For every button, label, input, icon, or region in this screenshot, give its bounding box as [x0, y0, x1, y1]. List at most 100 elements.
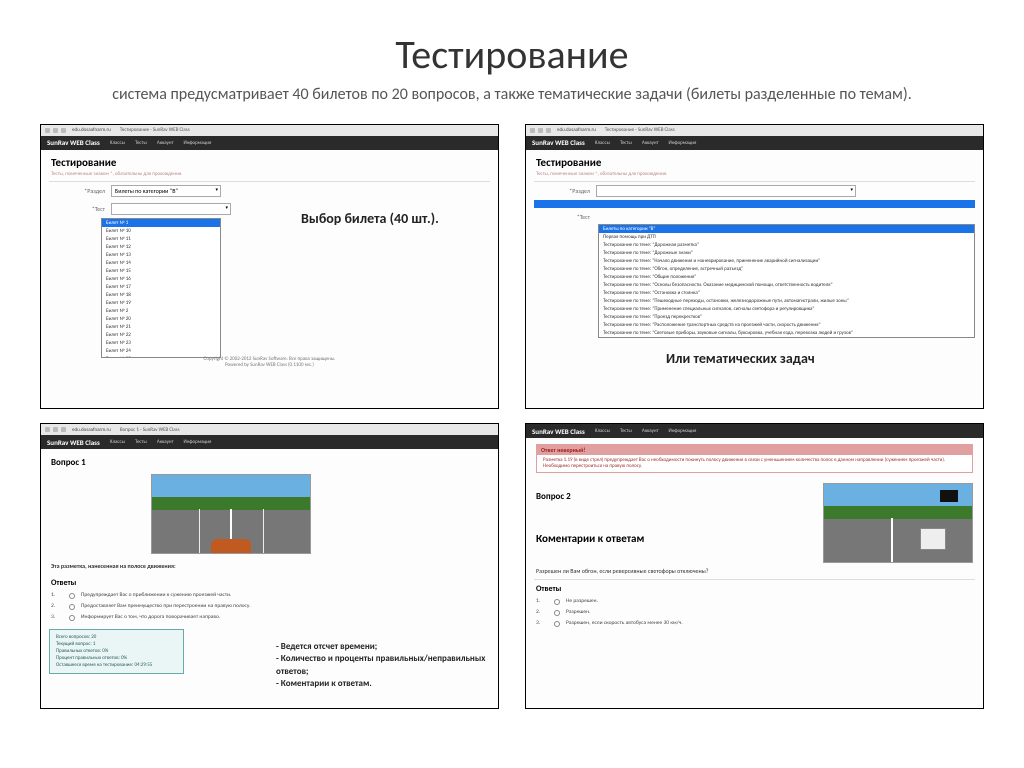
answer-row[interactable]: 3.Информирует Вас о том, что дорога пово…	[41, 612, 498, 623]
ticket-option[interactable]: Билет № 10	[102, 227, 220, 235]
nav-info[interactable]: Информация	[184, 439, 212, 445]
error-explanation: Разметка 1.19 (в виде стрел) предупрежда…	[543, 457, 966, 469]
forward-icon[interactable]	[53, 427, 58, 432]
answer-row[interactable]: 2.Предоставляет Вам преимущество при пер…	[41, 601, 498, 612]
theme-option[interactable]: Билеты по категории "В"	[599, 225, 974, 233]
stat-line: Текущий вопрос: 1	[56, 641, 177, 648]
nav-account[interactable]: Аккаунт	[157, 439, 174, 445]
section-select[interactable]: Билеты по категории "В"	[111, 185, 221, 197]
error-heading: Ответ неверный!	[537, 445, 972, 455]
bullet-line: - Ведется отсчет времени;	[276, 641, 498, 653]
nav-tests[interactable]: Тесты	[135, 140, 147, 146]
nav-tests[interactable]: Тесты	[620, 428, 632, 434]
page-heading: Тестирование	[526, 150, 983, 171]
ticket-option[interactable]: Билет № 14	[102, 259, 220, 267]
nav-info[interactable]: Информация	[669, 140, 697, 146]
label-test: *Тест	[51, 203, 111, 213]
theme-option[interactable]: Тестирование по теме: "Расположение тран…	[599, 321, 974, 329]
back-icon[interactable]	[530, 128, 535, 133]
question-image	[823, 483, 973, 563]
tab-title: Тестирование - SunRav WEB Class	[120, 127, 190, 133]
back-icon[interactable]	[45, 427, 50, 432]
nav-account[interactable]: Аккаунт	[642, 428, 659, 434]
test-select[interactable]	[111, 203, 231, 215]
ticket-option[interactable]: Билет № 1	[102, 219, 220, 227]
nav-classes[interactable]: Классы	[595, 140, 610, 146]
theme-option[interactable]: Тестирование по теме: "Пешеходные перехо…	[599, 297, 974, 305]
theme-option[interactable]: Тестирование по теме: "Дорожные знаки"	[599, 249, 974, 257]
ticket-option[interactable]: Билет № 12	[102, 243, 220, 251]
nav-classes[interactable]: Классы	[110, 439, 125, 445]
ticket-option[interactable]: Билет № 17	[102, 283, 220, 291]
label-section: *Раздел	[536, 185, 596, 195]
nav-info[interactable]: Информация	[669, 428, 697, 434]
theme-option[interactable]: Тестирование по теме: "Применение специа…	[599, 305, 974, 313]
ticket-option[interactable]: Билет № 11	[102, 235, 220, 243]
address-bar[interactable]: edu.dosaafnarm.ru	[72, 427, 111, 433]
theme-option[interactable]: Тестирование по теме: "Остановка и стоян…	[599, 289, 974, 297]
ticket-option[interactable]: Билет № 13	[102, 251, 220, 259]
panel-theme-select: edu.dosaafnarm.ru Тестирование - SunRav …	[525, 124, 984, 410]
answer-row[interactable]: 1.Предупреждает Вас о приближении к суже…	[41, 590, 498, 601]
theme-option[interactable]: Тестирование по теме: "Дорожная разметка…	[599, 241, 974, 249]
radio-icon[interactable]	[69, 615, 75, 621]
app-navbar: SunRav WEB Class Классы Тесты Аккаунт Ин…	[526, 424, 983, 438]
theme-option[interactable]: Первая помощь при ДТП	[599, 233, 974, 241]
ticket-option[interactable]: Билет № 18	[102, 291, 220, 299]
theme-option[interactable]: Тестирование по теме: "Общие положения"	[599, 273, 974, 281]
theme-option[interactable]: Тестирование по теме: "Световые приборы,…	[599, 329, 974, 337]
bullet-line: - Коментарии к ответам.	[276, 678, 498, 690]
ticket-option[interactable]: Билет № 19	[102, 299, 220, 307]
feature-bullets: - Ведется отсчет времени;- Количество и …	[276, 641, 498, 690]
reload-icon[interactable]	[61, 128, 66, 133]
theme-option[interactable]: Тестирование по теме: "Начало движения и…	[599, 257, 974, 265]
reload-icon[interactable]	[546, 128, 551, 133]
answer-row[interactable]: 1.Не разрешен.	[526, 596, 983, 607]
nav-account[interactable]: Аккаунт	[642, 140, 659, 146]
nav-tests[interactable]: Тесты	[620, 140, 632, 146]
ticket-option[interactable]: Билет № 22	[102, 331, 220, 339]
ticket-option[interactable]: Билет № 24	[102, 347, 220, 355]
answer-text: Разрешен.	[566, 609, 591, 616]
nav-classes[interactable]: Классы	[110, 140, 125, 146]
nav-info[interactable]: Информация	[184, 140, 212, 146]
radio-icon[interactable]	[69, 593, 75, 599]
ticket-dropdown[interactable]: Билет № 1Билет № 10Билет № 11Билет № 12Б…	[101, 218, 221, 358]
radio-icon[interactable]	[69, 604, 75, 610]
app-navbar: SunRav WEB Class Классы Тесты Аккаунт Ин…	[41, 136, 498, 150]
screenshot-grid: edu.dosaafnarm.ru Тестирование - SunRav …	[40, 124, 984, 709]
ticket-option[interactable]: Билет № 20	[102, 315, 220, 323]
theme-dropdown[interactable]: Билеты по категории "В"Первая помощь при…	[598, 224, 975, 338]
answer-row[interactable]: 3.Разрешен, если скорость автобуса менее…	[526, 618, 983, 629]
bullet-line: - Количество и проценты правильных/непра…	[276, 653, 498, 677]
caption-ticket: Выбор билета (40 шт.).	[301, 210, 439, 227]
theme-option[interactable]: Тестирование по теме: "Обгон, определени…	[599, 265, 974, 273]
label-section: *Раздел	[51, 185, 111, 195]
theme-option[interactable]: Тестирование по теме: "Проезд перекрестк…	[599, 313, 974, 321]
ticket-option[interactable]: Билет № 21	[102, 323, 220, 331]
reload-icon[interactable]	[61, 427, 66, 432]
caption-themes: Или тематических задач	[666, 350, 815, 367]
hint-text: Тесты, помеченные знаком *, обязательны …	[526, 171, 983, 181]
ticket-option[interactable]: Билет № 23	[102, 339, 220, 347]
app-navbar: SunRav WEB Class Классы Тесты Аккаунт Ин…	[41, 435, 498, 449]
ticket-option[interactable]: Билет № 2	[102, 307, 220, 315]
nav-account[interactable]: Аккаунт	[157, 140, 174, 146]
ticket-option[interactable]: Билет № 16	[102, 275, 220, 283]
forward-icon[interactable]	[538, 128, 543, 133]
section-select[interactable]	[596, 185, 856, 197]
back-icon[interactable]	[45, 128, 50, 133]
radio-icon[interactable]	[554, 610, 560, 616]
tab-title: Вопрос 1 - SunRav WEB Class	[120, 427, 180, 433]
nav-classes[interactable]: Классы	[595, 428, 610, 434]
forward-icon[interactable]	[53, 128, 58, 133]
theme-option[interactable]: Тестирование по теме: "Основы безопаснос…	[599, 281, 974, 289]
address-bar[interactable]: edu.dosaafnarm.ru	[72, 127, 111, 133]
radio-icon[interactable]	[554, 599, 560, 605]
nav-tests[interactable]: Тесты	[135, 439, 147, 445]
address-bar[interactable]: edu.dosaafnarm.ru	[557, 127, 596, 133]
ticket-option[interactable]: Билет № 15	[102, 267, 220, 275]
tab-title: Тестирование - SunRav WEB Class	[605, 127, 675, 133]
radio-icon[interactable]	[554, 621, 560, 627]
answer-row[interactable]: 2.Разрешен.	[526, 607, 983, 618]
